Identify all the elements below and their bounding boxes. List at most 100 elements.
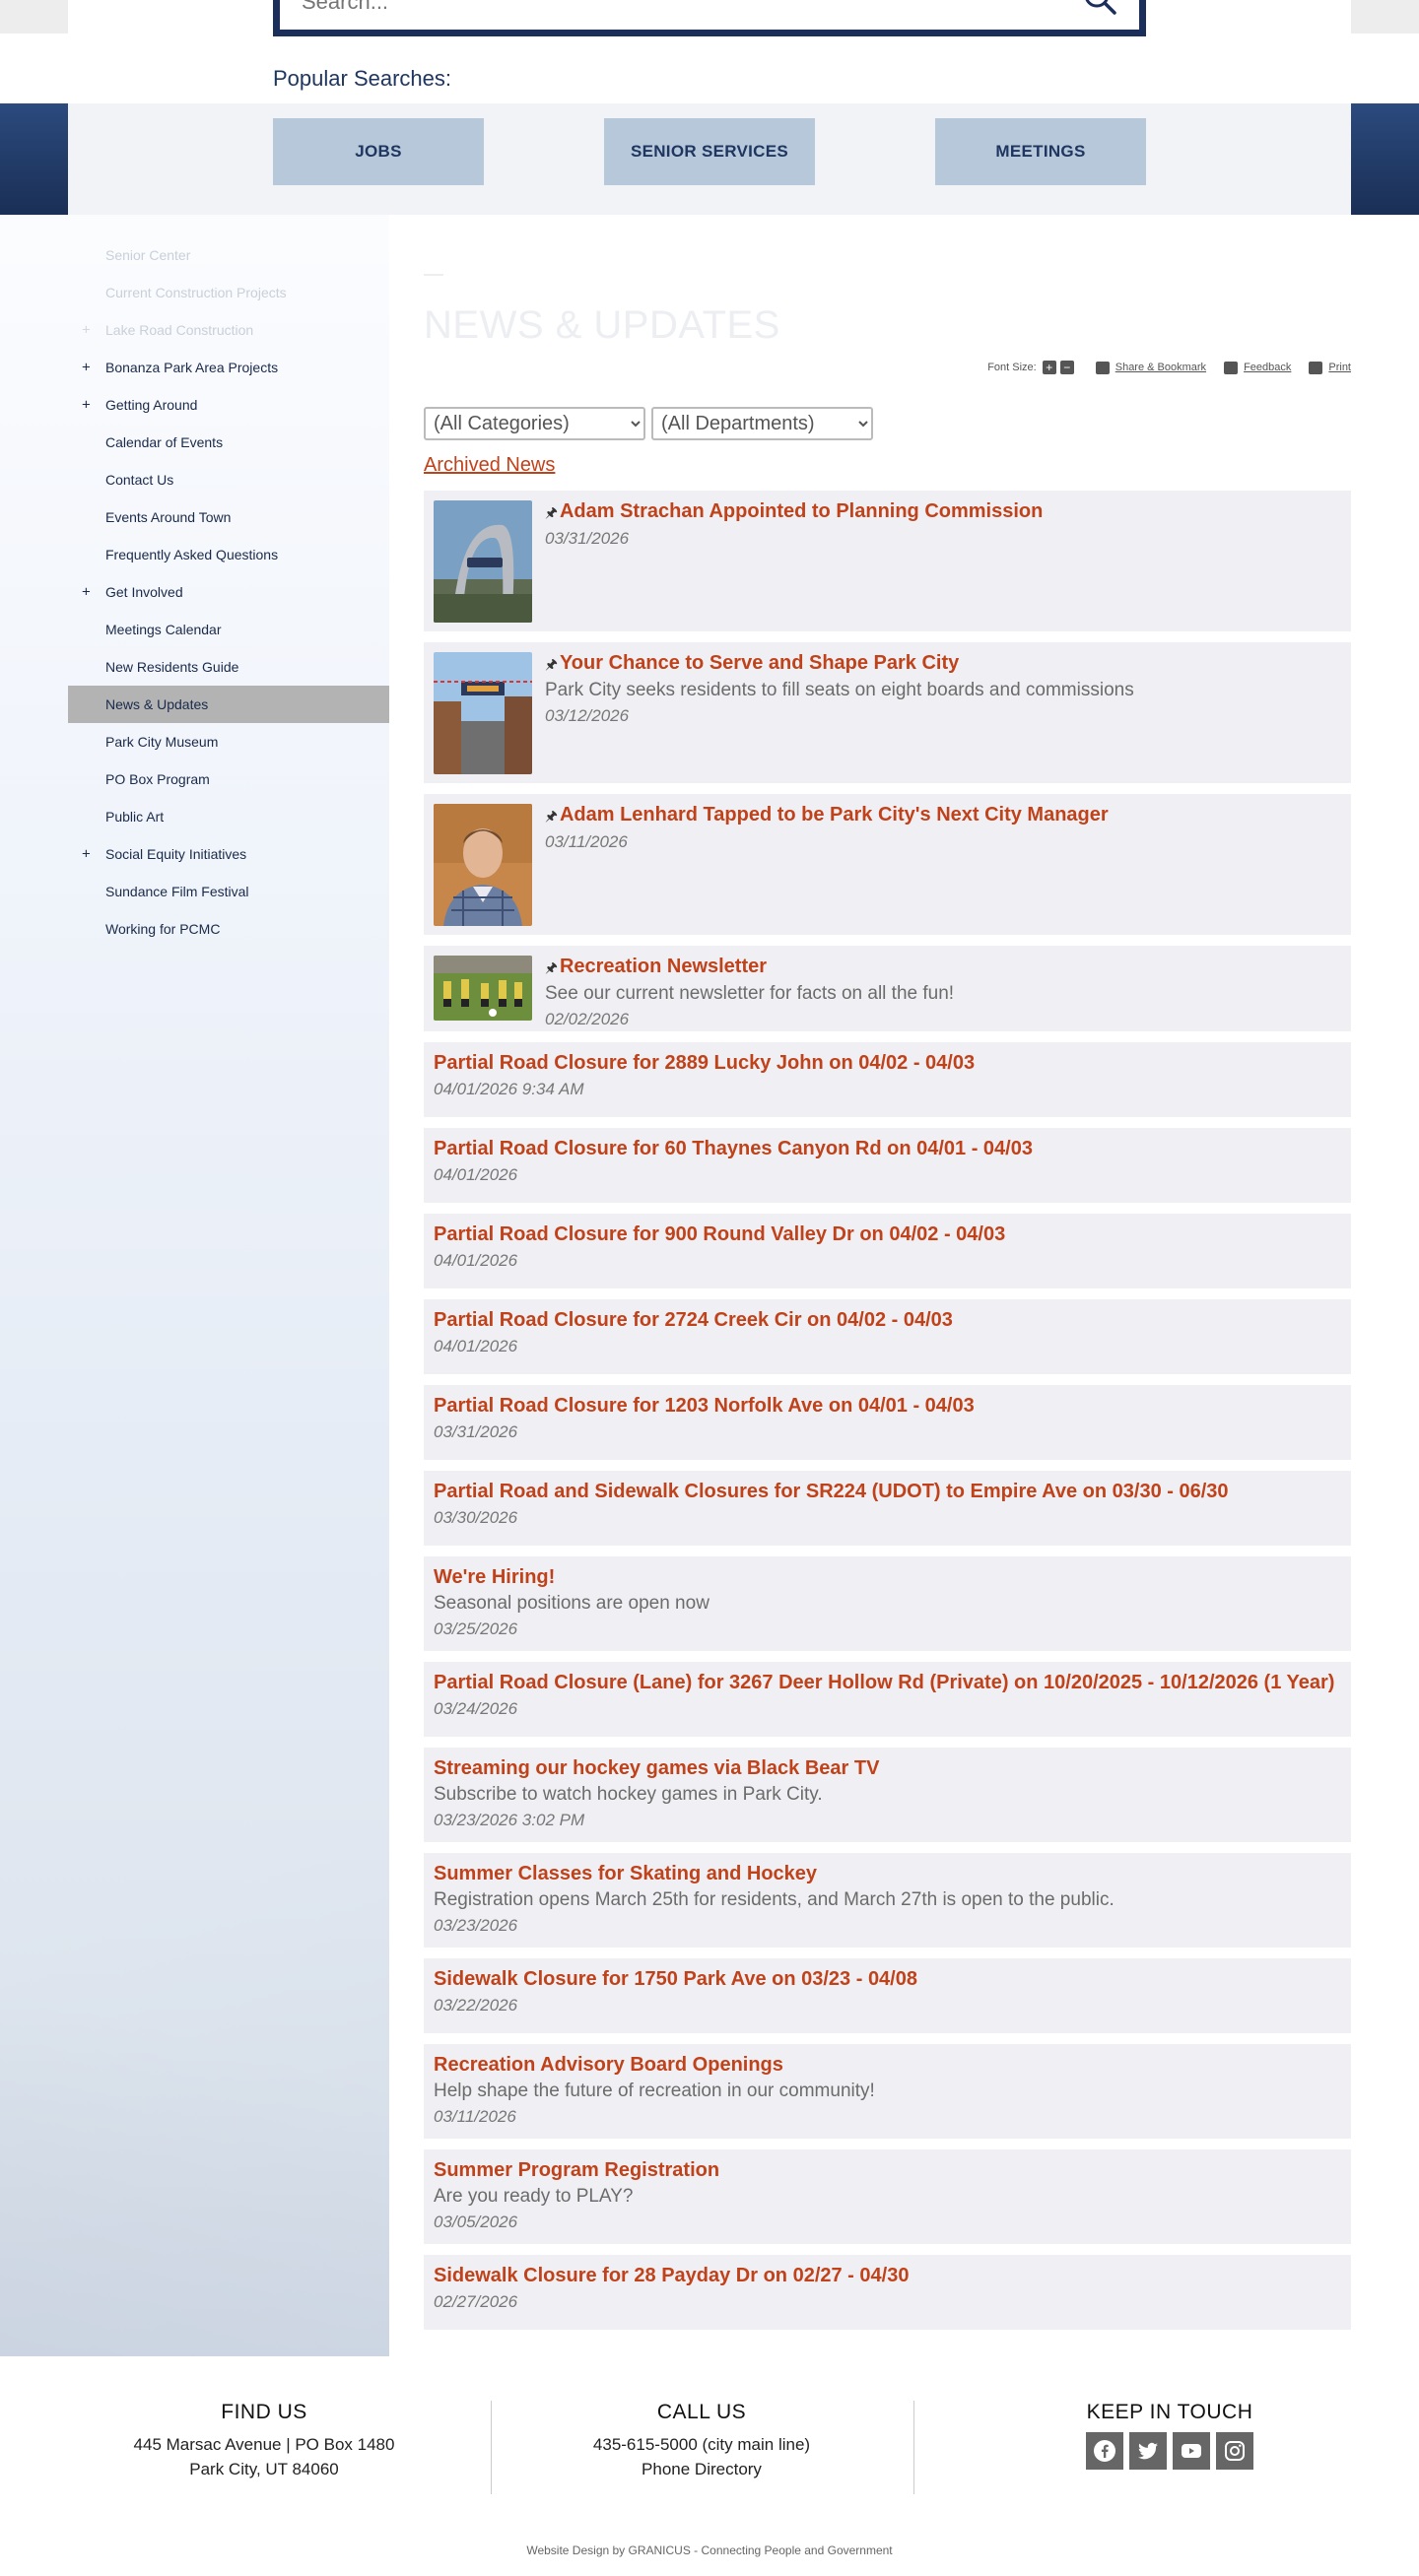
footer-divider xyxy=(491,2401,492,2494)
expand-plus-icon[interactable]: + xyxy=(82,846,91,863)
news-date: 04/01/2026 xyxy=(434,1251,518,1270)
sidebar-item[interactable]: Public Art xyxy=(68,798,389,835)
news-date: 03/22/2026 xyxy=(434,1996,518,2015)
feedback-link[interactable]: Feedback xyxy=(1224,361,1291,374)
sidebar-item[interactable]: + Social Equity Initiatives xyxy=(68,835,389,873)
sidebar-item[interactable]: Senior Center xyxy=(68,236,389,274)
sidebar-item[interactable]: Working for PCMC xyxy=(68,910,389,948)
news-item: We're Hiring! Seasonal positions are open… xyxy=(424,1556,1351,1651)
sidebar-item[interactable]: Park City Museum xyxy=(68,723,389,760)
sidebar-item-label: Bonanza Park Area Projects xyxy=(105,360,279,375)
share-label: Share & Bookmark xyxy=(1115,362,1207,373)
phone-directory-link[interactable]: Phone Directory xyxy=(505,2457,899,2481)
archived-news-link[interactable]: Archived News xyxy=(424,454,555,477)
keep-in-touch-heading: KEEP IN TOUCH xyxy=(1086,2401,1253,2423)
font-decrease-icon[interactable]: − xyxy=(1059,361,1074,374)
expand-plus-icon[interactable]: + xyxy=(82,322,91,339)
news-thumbnail[interactable] xyxy=(434,500,532,623)
instagram-icon[interactable] xyxy=(1216,2432,1253,2470)
news-title-link[interactable]: Partial Road Closure for 2724 Creek Cir … xyxy=(434,1307,953,1334)
news-title: Partial Road Closure for 1203 Norfolk Av… xyxy=(434,1395,975,1417)
header-edge-right xyxy=(1351,0,1419,33)
news-title-link[interactable]: Partial Road Closure for 1203 Norfolk Av… xyxy=(434,1393,975,1420)
sidebar-item[interactable]: Events Around Town xyxy=(68,498,389,536)
sidebar-item[interactable]: + Lake Road Construction xyxy=(68,311,389,349)
search-input[interactable] xyxy=(302,0,1050,24)
expand-plus-icon[interactable]: + xyxy=(82,584,91,601)
sidebar-item[interactable]: + Get Involved xyxy=(68,573,389,611)
news-title: Partial Road Closure for 2889 Lucky John… xyxy=(434,1052,976,1074)
youtube-icon[interactable] xyxy=(1173,2432,1210,2470)
news-item: 🖈 Adam Strachan Appointed to Planning Com… xyxy=(424,491,1351,631)
news-thumbnail[interactable] xyxy=(434,956,532,1021)
sidebar-item[interactable]: Current Construction Projects xyxy=(68,274,389,311)
search-button[interactable] xyxy=(1080,0,1119,16)
popular-search-meetings[interactable]: MEETINGS xyxy=(935,118,1146,185)
address-line-1: 445 Marsac Avenue | PO Box 1480 xyxy=(133,2435,395,2454)
news-title-link[interactable]: Recreation Advisory Board Openings xyxy=(434,2052,875,2079)
search-box xyxy=(273,0,1146,36)
news-title-link[interactable]: Sidewalk Closure for 1750 Park Ave on 03… xyxy=(434,1966,917,1993)
page-title: NEWS & UPDATES xyxy=(424,303,780,347)
phone-main[interactable]: 435-615-5000 (city main line) xyxy=(505,2432,899,2457)
sidebar-item[interactable]: Meetings Calendar xyxy=(68,611,389,648)
sidebar-nav: Senior Center Current Construction Projec… xyxy=(68,236,389,948)
news-title-link[interactable]: Partial Road and Sidewalk Closures for S… xyxy=(434,1479,1229,1505)
news-title-link[interactable]: 🖈 Adam Strachan Appointed to Planning Com… xyxy=(545,498,1043,526)
news-date: 03/11/2026 xyxy=(434,2107,516,2126)
news-title-link[interactable]: Streaming our hockey games via Black Bea… xyxy=(434,1755,879,1782)
sidebar-item[interactable]: Sundance Film Festival xyxy=(68,873,389,910)
facebook-icon[interactable] xyxy=(1086,2432,1123,2470)
news-title: Partial Road Closure for 2724 Creek Cir … xyxy=(434,1309,953,1331)
sidebar-item[interactable]: News & Updates xyxy=(68,686,389,723)
sidebar-item-label: Events Around Town xyxy=(105,509,232,525)
news-title: Adam Lenhard Tapped to be Park City's Ne… xyxy=(559,804,1109,826)
sidebar-item-label: Current Construction Projects xyxy=(105,285,287,300)
sidebar-item-label: Sundance Film Festival xyxy=(105,884,249,899)
sidebar-item[interactable]: Frequently Asked Questions xyxy=(68,536,389,573)
sidebar-item-label: Public Art xyxy=(105,809,165,825)
sidebar-item[interactable]: New Residents Guide xyxy=(68,648,389,686)
website-credit[interactable]: Website Design by GRANICUS - Connecting … xyxy=(0,2543,1419,2557)
news-description: Registration opens March 25th for reside… xyxy=(434,1889,1115,1910)
popular-search-jobs[interactable]: JOBS xyxy=(273,118,484,185)
news-title-link[interactable]: Partial Road Closure for 60 Thaynes Cany… xyxy=(434,1136,1033,1162)
popular-search-senior-services[interactable]: SENIOR SERVICES xyxy=(604,118,815,185)
page-tools: Font Size: + − Share & Bookmark Feedback… xyxy=(987,359,1351,376)
category-select[interactable]: (All Categories) xyxy=(424,407,645,440)
news-item: Partial Road Closure for 1203 Norfolk Av… xyxy=(424,1385,1351,1460)
main-area: Senior Center Current Construction Projec… xyxy=(0,215,1419,2356)
news-title-link[interactable]: Summer Program Registration xyxy=(434,2157,719,2184)
news-title-link[interactable]: Partial Road Closure (Lane) for 3267 Dee… xyxy=(434,1670,1334,1696)
news-title-link[interactable]: We're Hiring! xyxy=(434,1564,710,1591)
sidebar-item[interactable]: PO Box Program xyxy=(68,760,389,798)
department-select[interactable]: (All Departments) xyxy=(651,407,873,440)
font-increase-icon[interactable]: + xyxy=(1042,361,1056,374)
news-thumbnail[interactable] xyxy=(434,652,532,774)
pin-icon: 🖈 xyxy=(545,656,558,672)
find-us-heading: FIND US xyxy=(221,2401,307,2423)
print-link[interactable]: Print xyxy=(1309,361,1351,374)
sidebar-item[interactable]: Contact Us xyxy=(68,461,389,498)
news-title-link[interactable]: 🖈 Adam Lenhard Tapped to be Park City's N… xyxy=(545,802,1109,829)
sidebar-item-label: Contact Us xyxy=(105,472,174,488)
expand-plus-icon[interactable]: + xyxy=(82,397,91,414)
sidebar-shade-2 xyxy=(0,1840,389,2356)
news-item: Summer Program Registration Are you ready… xyxy=(424,2149,1351,2244)
news-title-link[interactable]: 🖈 Recreation Newsletter xyxy=(545,954,954,981)
footer: FIND US 445 Marsac Avenue | PO Box 1480 … xyxy=(0,2356,1419,2576)
news-title-link[interactable]: 🖈 Your Chance to Serve and Shape Park Cit… xyxy=(545,650,1134,678)
news-title-link[interactable]: Summer Classes for Skating and Hockey xyxy=(434,1861,1115,1887)
expand-plus-icon[interactable]: + xyxy=(82,360,91,376)
sidebar-item[interactable]: Calendar of Events xyxy=(68,424,389,461)
news-title-link[interactable]: Partial Road Closure for 900 Round Valle… xyxy=(434,1222,1005,1248)
twitter-icon[interactable] xyxy=(1129,2432,1167,2470)
news-title-link[interactable]: Sidewalk Closure for 28 Payday Dr on 02/… xyxy=(434,2263,909,2289)
sidebar-item[interactable]: + Getting Around xyxy=(68,386,389,424)
news-thumbnail[interactable] xyxy=(434,804,532,926)
share-bookmark-link[interactable]: Share & Bookmark xyxy=(1095,361,1207,374)
news-title-link[interactable]: Partial Road Closure for 2889 Lucky John… xyxy=(434,1050,975,1077)
sidebar-item-label: Frequently Asked Questions xyxy=(105,547,279,562)
sidebar-item-label: Meetings Calendar xyxy=(105,622,222,637)
sidebar-item[interactable]: + Bonanza Park Area Projects xyxy=(68,349,389,386)
